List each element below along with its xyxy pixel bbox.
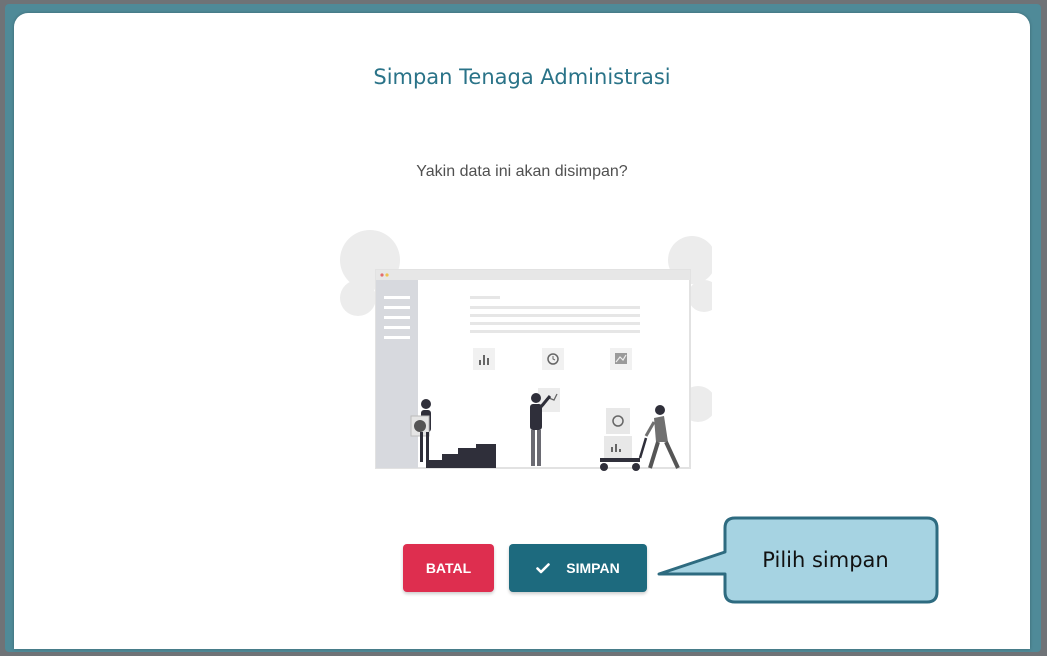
- clock-card-icon: [542, 348, 564, 370]
- save-button-label: SIMPAN: [566, 560, 620, 576]
- save-button[interactable]: SIMPAN: [509, 544, 647, 592]
- check-icon: [536, 562, 551, 574]
- chart-card-icon: [473, 348, 495, 370]
- dashboard-illustration: [340, 230, 712, 471]
- dialog-message: Yakin data ini akan disimpan?: [416, 163, 628, 180]
- image-card-icon: [610, 348, 632, 370]
- stacked-cards-icon: [604, 408, 632, 458]
- callout-text: Pilih simpan: [762, 548, 889, 572]
- dialog-title: Simpan Tenaga Administrasi: [373, 65, 671, 89]
- cancel-button[interactable]: BATAL: [403, 544, 494, 592]
